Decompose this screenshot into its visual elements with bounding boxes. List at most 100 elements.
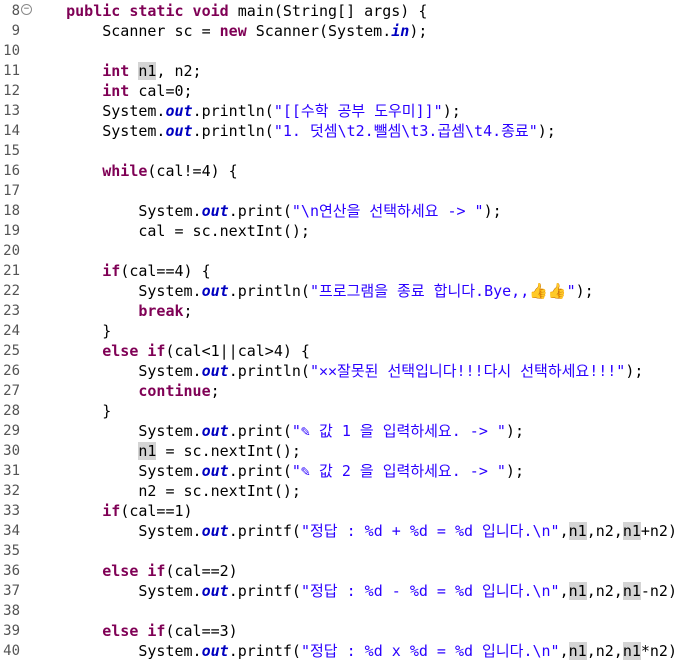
line-number: 27 [3, 383, 20, 399]
code-token: .print( [228, 422, 292, 440]
code-line[interactable]: 15 [0, 141, 676, 161]
string-token: "정답 : %d x %d = %d 입니다.\n" [300, 642, 560, 660]
code-line[interactable]: 30 n1 = sc.nextInt(); [0, 441, 676, 461]
code-text: if(cal==4) { [30, 261, 210, 281]
code-line[interactable]: 16 while(cal!=4) { [0, 161, 676, 181]
code-line[interactable]: 27 continue; [0, 381, 676, 401]
string-token: "정답 : %d - %d = %d 입니다.\n" [300, 582, 560, 600]
line-number: 11 [3, 63, 20, 79]
code-text: System.out.print("\n연산을 선택하세요 -> "); [30, 201, 501, 221]
keyword-token: int [102, 82, 130, 100]
code-token: = sc.nextInt(); [156, 442, 301, 460]
code-line[interactable]: 34 System.out.printf("정답 : %d + %d = %d … [0, 521, 676, 541]
string-token: "프로그램을 종료 합니다.Bye,,👍👍" [309, 282, 576, 300]
line-number: 12 [3, 83, 20, 99]
line-number: 20 [3, 243, 20, 259]
line-number: 38 [3, 603, 20, 619]
code-text: System.out.printf("정답 : %d - %d = %d 입니다… [30, 581, 676, 601]
code-line[interactable]: 39 else if(cal==3) [0, 621, 676, 641]
code-line[interactable]: 37 System.out.printf("정답 : %d - %d = %d … [0, 581, 676, 601]
line-number: 39 [3, 623, 20, 639]
string-token: "1. 덧셈\t2.뺄셈\t3.곱셈\t4.종료" [273, 122, 538, 140]
field-token: out [201, 282, 229, 300]
code-line[interactable]: 31 System.out.print("✎ 값 2 을 입력하세요. -> "… [0, 461, 676, 481]
code-token: (cal!=4) { [147, 162, 238, 180]
code-token: , [559, 642, 569, 660]
code-line[interactable]: 24 } [0, 321, 676, 341]
code-line[interactable]: 21 if(cal==4) { [0, 261, 676, 281]
code-line[interactable]: 40 System.out.printf("정답 : %d x %d = %d … [0, 641, 676, 661]
line-number: 13 [3, 103, 20, 119]
highlighted-variable: n1 [138, 62, 157, 80]
code-line[interactable]: 9 Scanner sc = new Scanner(System.in); [0, 21, 676, 41]
code-token: ,n2, [586, 522, 623, 540]
line-number: 40 [3, 643, 20, 659]
field-token: out [201, 522, 229, 540]
line-number: 25 [3, 343, 20, 359]
code-text: else if(cal<1||cal>4) { [30, 341, 310, 361]
code-line[interactable]: 22 System.out.println("프로그램을 종료 합니다.Bye,… [0, 281, 676, 301]
code-token: ); [505, 462, 524, 480]
code-token: System. [30, 642, 202, 660]
field-token: out [201, 582, 229, 600]
code-text: else if(cal==3) [30, 621, 238, 641]
line-number: 21 [3, 263, 20, 279]
code-line[interactable]: 36 else if(cal==2) [0, 561, 676, 581]
code-token: } [30, 322, 112, 340]
code-line[interactable]: 32 n2 = sc.nextInt(); [0, 481, 676, 501]
code-text: System.out.println("✕✕잘못된 선택입니다!!!다시 선택하… [30, 361, 643, 381]
code-line[interactable]: 12 int cal=0; [0, 81, 676, 101]
string-token: "✕✕잘못된 선택입니다!!!다시 선택하세요!!!" [309, 362, 626, 380]
code-line[interactable]: 33 if(cal==1) [0, 501, 676, 521]
code-line[interactable]: 17 [0, 181, 676, 201]
code-line[interactable]: 10 [0, 41, 676, 61]
code-token: } [30, 402, 112, 420]
code-line[interactable]: 26 System.out.println("✕✕잘못된 선택입니다!!!다시 … [0, 361, 676, 381]
code-token: System. [30, 462, 202, 480]
code-line[interactable]: 11 int n1, n2; [0, 61, 676, 81]
code-line[interactable]: 13 System.out.println("[[수학 공부 도우미]]"); [0, 101, 676, 121]
code-line[interactable]: 29 System.out.print("✎ 값 1 을 입력하세요. -> "… [0, 421, 676, 441]
code-token: +n2); [640, 522, 676, 540]
highlighted-variable: n1 [568, 582, 587, 600]
code-text: System.out.println("[[수학 공부 도우미]]"); [30, 101, 461, 121]
code-token: (cal==3) [165, 622, 238, 640]
code-line[interactable]: 35 [0, 541, 676, 561]
code-line[interactable]: 19 cal = sc.nextInt(); [0, 221, 676, 241]
code-token: ); [537, 122, 556, 140]
line-number: 22 [3, 283, 20, 299]
string-token: "정답 : %d + %d = %d 입니다.\n" [300, 522, 560, 540]
code-token: .printf( [228, 642, 301, 660]
code-line[interactable]: 18 System.out.print("\n연산을 선택하세요 -> "); [0, 201, 676, 221]
code-line[interactable]: 28 } [0, 401, 676, 421]
line-number: 32 [3, 483, 20, 499]
code-line[interactable]: 23 break; [0, 301, 676, 321]
highlighted-variable: n1 [568, 642, 587, 660]
code-token: ; [210, 382, 220, 400]
code-token: (cal==1) [120, 502, 193, 520]
code-line[interactable]: 38 [0, 601, 676, 621]
highlighted-variable: n1 [622, 582, 641, 600]
highlighted-variable: n1 [622, 522, 641, 540]
field-token: out [201, 642, 229, 660]
code-text: System.out.printf("정답 : %d x %d = %d 입니다… [30, 641, 676, 661]
code-token: n2 = sc.nextInt(); [30, 482, 301, 500]
code-token: System. [30, 122, 166, 140]
code-line[interactable]: 25 else if(cal<1||cal>4) { [0, 341, 676, 361]
code-token: ); [409, 22, 428, 40]
code-line[interactable]: 14 System.out.println("1. 덧셈\t2.뺄셈\t3.곱셈… [0, 121, 676, 141]
code-token: .println( [192, 102, 274, 120]
code-editor[interactable]: 8− public static void main(String[] args… [0, 0, 676, 667]
code-token: .println( [228, 362, 310, 380]
code-line[interactable]: 20 [0, 241, 676, 261]
line-number: 15 [3, 143, 20, 159]
code-text: cal = sc.nextInt(); [30, 221, 310, 241]
keyword-token: int [102, 62, 130, 80]
line-number: 34 [3, 523, 20, 539]
code-line[interactable]: 8− public static void main(String[] args… [0, 1, 676, 21]
